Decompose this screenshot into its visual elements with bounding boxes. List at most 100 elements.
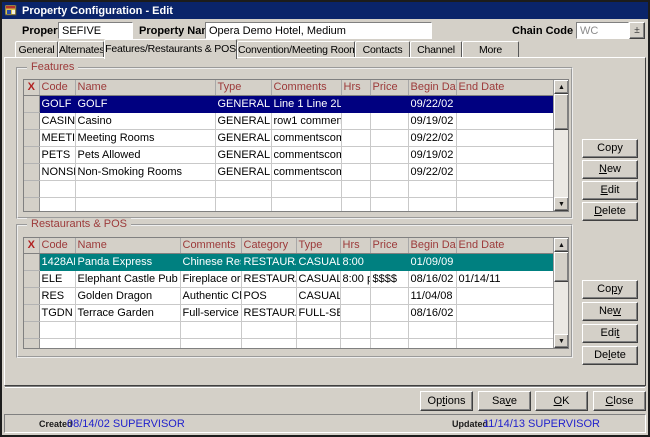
- tab-features-restaurants-pos[interactable]: Features/Restaurants & POS: [104, 39, 237, 59]
- tab-general[interactable]: General: [15, 41, 58, 58]
- property-name-input[interactable]: [205, 22, 432, 39]
- restaurant-row[interactable]: TGDN Terrace Garden Full-service dinin R…: [24, 304, 553, 321]
- scroll-up-button[interactable]: ▲: [554, 238, 569, 252]
- cell-code: NONSMKG: [39, 163, 75, 180]
- cell-end-date: [456, 95, 553, 112]
- cell-code: PETS: [39, 146, 75, 163]
- cell-comments: Chinese Restaur: [180, 253, 241, 270]
- column-header-code: Code: [39, 80, 75, 95]
- scroll-up-button[interactable]: ▲: [554, 80, 569, 94]
- cell-type: CASUAL DINING: [296, 270, 340, 287]
- cell-price: [370, 304, 408, 321]
- cell-type: GENERAL: [215, 112, 271, 129]
- restaurants-new-button[interactable]: New: [582, 302, 638, 321]
- empty-row: [24, 197, 553, 212]
- cell-begin-date: 09/19/02: [408, 112, 456, 129]
- column-header-end-date: End Date: [456, 238, 553, 253]
- chain-code-lov-button[interactable]: ±: [629, 22, 645, 39]
- cell-code: MEETING: [39, 129, 75, 146]
- cell-category: RESTAURANT: [241, 253, 296, 270]
- cell-begin-date: 09/22/02: [408, 95, 456, 112]
- tab-more[interactable]: More: [462, 41, 519, 58]
- restaurants-edit-button[interactable]: Edit: [582, 324, 638, 343]
- column-header-code: Code: [39, 238, 75, 253]
- property-input[interactable]: [58, 22, 133, 39]
- cell-name: Pets Allowed: [75, 146, 215, 163]
- cell-code: 1428AD: [39, 253, 75, 270]
- restaurants-delete-button[interactable]: Delete: [582, 346, 638, 365]
- column-header-comments: Comments: [180, 238, 241, 253]
- feature-row[interactable]: GOLF GOLF GENERAL Line 1 Line 2Line 09/2…: [24, 95, 553, 112]
- cell-name: Elephant Castle Pub: [75, 270, 180, 287]
- cell-comments: Full-service dinin: [180, 304, 241, 321]
- tab-channel[interactable]: Channel: [410, 41, 462, 58]
- scroll-thumb[interactable]: [554, 94, 569, 130]
- cell-price: [370, 95, 408, 112]
- arrow-down-icon: ▼: [558, 338, 565, 345]
- cell-comments: commentscomme: [271, 146, 341, 163]
- cell-price: [370, 287, 408, 304]
- updated-value: 11/14/13 SUPERVISOR: [483, 418, 600, 430]
- features-delete-button[interactable]: Delete: [582, 202, 638, 221]
- cell-hrs: 8:00: [340, 253, 370, 270]
- scroll-down-button[interactable]: ▼: [554, 334, 569, 348]
- cell-type: GENERAL: [215, 129, 271, 146]
- cell-price: [370, 129, 408, 146]
- cell-category: POS: [241, 287, 296, 304]
- ok-button[interactable]: OK: [535, 391, 588, 411]
- restaurants-scrollbar[interactable]: ▲ ▼: [553, 238, 568, 348]
- column-header-x: X: [24, 80, 39, 95]
- cell-name: Meeting Rooms: [75, 129, 215, 146]
- features-edit-button[interactable]: Edit: [582, 181, 638, 200]
- cell-end-date: 01/14/11: [456, 270, 553, 287]
- cell-name: GOLF: [75, 95, 215, 112]
- cell-begin-date: 11/04/08: [408, 287, 456, 304]
- features-scrollbar[interactable]: ▲ ▼: [553, 80, 568, 211]
- cell-type: FULL-SERVICE: [296, 304, 340, 321]
- window-title: Property Configuration - Edit: [22, 5, 173, 17]
- feature-row[interactable]: NONSMKG Non-Smoking Rooms GENERAL commen…: [24, 163, 553, 180]
- tab-contacts[interactable]: Contacts: [355, 41, 410, 58]
- tab-content-panel: Features X Code Name Type Comments Hrs P…: [4, 57, 646, 386]
- features-new-button[interactable]: New: [582, 160, 638, 179]
- cell-type: CASUAL: [296, 287, 340, 304]
- options-button[interactable]: Options: [420, 391, 473, 411]
- tab-convention-meeting-rooms[interactable]: Convention/Meeting Rooms: [237, 41, 355, 58]
- chain-code-label: Chain Code: [512, 25, 573, 37]
- cell-code: GOLF: [39, 95, 75, 112]
- property-configuration-window: Property Configuration - Edit Property P…: [0, 0, 650, 437]
- restaurant-row[interactable]: RES Golden Dragon Authentic Chinese POS …: [24, 287, 553, 304]
- cell-name: Non-Smoking Rooms: [75, 163, 215, 180]
- save-button[interactable]: Save: [478, 391, 531, 411]
- feature-row[interactable]: CASINO Casino GENERAL row1 comments o 09…: [24, 112, 553, 129]
- scroll-thumb[interactable]: [554, 252, 569, 282]
- cell-hrs: [340, 304, 370, 321]
- cell-end-date: [456, 304, 553, 321]
- column-header-price: Price: [370, 80, 408, 95]
- column-header-end-date: End Date: [456, 80, 553, 95]
- cell-hrs: [341, 112, 370, 129]
- cell-code: TGDN: [39, 304, 75, 321]
- scroll-down-button[interactable]: ▼: [554, 197, 569, 211]
- feature-row[interactable]: PETS Pets Allowed GENERAL commentscomme …: [24, 146, 553, 163]
- cell-begin-date: 09/22/02: [408, 129, 456, 146]
- feature-row[interactable]: MEETING Meeting Rooms GENERAL commentsco…: [24, 129, 553, 146]
- column-header-type: Type: [215, 80, 271, 95]
- restaurants-copy-button[interactable]: Copy: [582, 280, 638, 299]
- cell-end-date: [456, 146, 553, 163]
- empty-row: [24, 321, 553, 338]
- title-bar[interactable]: Property Configuration - Edit: [2, 2, 648, 19]
- tab-alternates[interactable]: Alternates: [58, 41, 104, 58]
- features-copy-button[interactable]: Copy: [582, 139, 638, 158]
- close-button[interactable]: Close: [593, 391, 646, 411]
- cell-comments: row1 comments o: [271, 112, 341, 129]
- restaurants-group-label: Restaurants & POS: [27, 218, 131, 230]
- cell-name: Panda Express: [75, 253, 180, 270]
- restaurant-row[interactable]: ELE Elephant Castle Pub Fireplace or pat…: [24, 270, 553, 287]
- cell-price: [370, 146, 408, 163]
- restaurant-row[interactable]: 1428AD Panda Express Chinese Restaur RES…: [24, 253, 553, 270]
- cell-comments: Authentic Chinese: [180, 287, 241, 304]
- cell-type: GENERAL: [215, 95, 271, 112]
- column-header-begin-date: Begin Date: [408, 238, 456, 253]
- cell-category: RESTAURANT: [241, 304, 296, 321]
